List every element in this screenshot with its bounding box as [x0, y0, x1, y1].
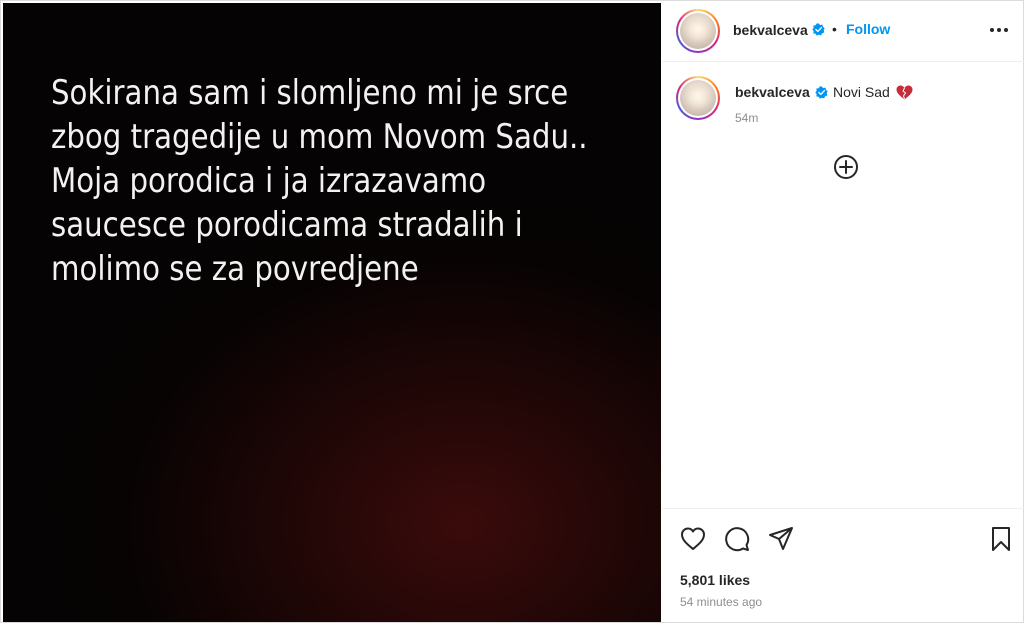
heart-icon[interactable]: [680, 526, 706, 552]
verified-badge-icon: [815, 86, 828, 99]
instagram-post-window: Sokirana sam i slomljeno mi je srce zbog…: [0, 0, 1024, 623]
media-text-line: zbog tragedije u mom Novom Sadu..: [51, 117, 588, 157]
add-circle-icon[interactable]: [833, 154, 859, 180]
media-text-line: molimo se za povredjene: [51, 249, 419, 289]
header-avatar[interactable]: [676, 9, 720, 53]
header-username[interactable]: bekvalceva: [733, 22, 808, 38]
bookmark-icon[interactable]: [988, 526, 1014, 552]
post-media-text: Sokirana sam i slomljeno mi je srce zbog…: [51, 71, 588, 291]
caption-timestamp: 54m: [735, 111, 759, 125]
comment-icon[interactable]: [724, 526, 750, 552]
post-media[interactable]: Sokirana sam i slomljeno mi je srce zbog…: [3, 3, 661, 622]
follow-button[interactable]: Follow: [846, 21, 890, 37]
header-separator: •: [832, 21, 837, 37]
post-header: bekvalceva • Follow: [662, 1, 1024, 62]
broken-heart-icon: [896, 85, 913, 100]
more-options-icon[interactable]: [987, 21, 1011, 39]
send-icon[interactable]: [768, 526, 794, 552]
verified-badge-icon: [812, 23, 825, 36]
media-text-line: saucesce porodicama stradalih i: [51, 205, 523, 245]
caption-username[interactable]: bekvalceva: [735, 84, 810, 100]
caption-avatar[interactable]: [676, 76, 720, 120]
media-text-line: Moja porodica i ja izrazavamo: [51, 161, 487, 201]
post-actions: 5,801 likes 54 minutes ago: [662, 508, 1024, 625]
media-text-line: Sokirana sam i slomljeno mi je srce: [51, 73, 569, 113]
post-sidebar: bekvalceva • Follow bekvalceva Novi Sad: [662, 1, 1024, 624]
likes-count[interactable]: 5,801 likes: [680, 572, 750, 588]
post-timestamp: 54 minutes ago: [680, 595, 763, 609]
caption-text: Novi Sad: [833, 84, 890, 100]
